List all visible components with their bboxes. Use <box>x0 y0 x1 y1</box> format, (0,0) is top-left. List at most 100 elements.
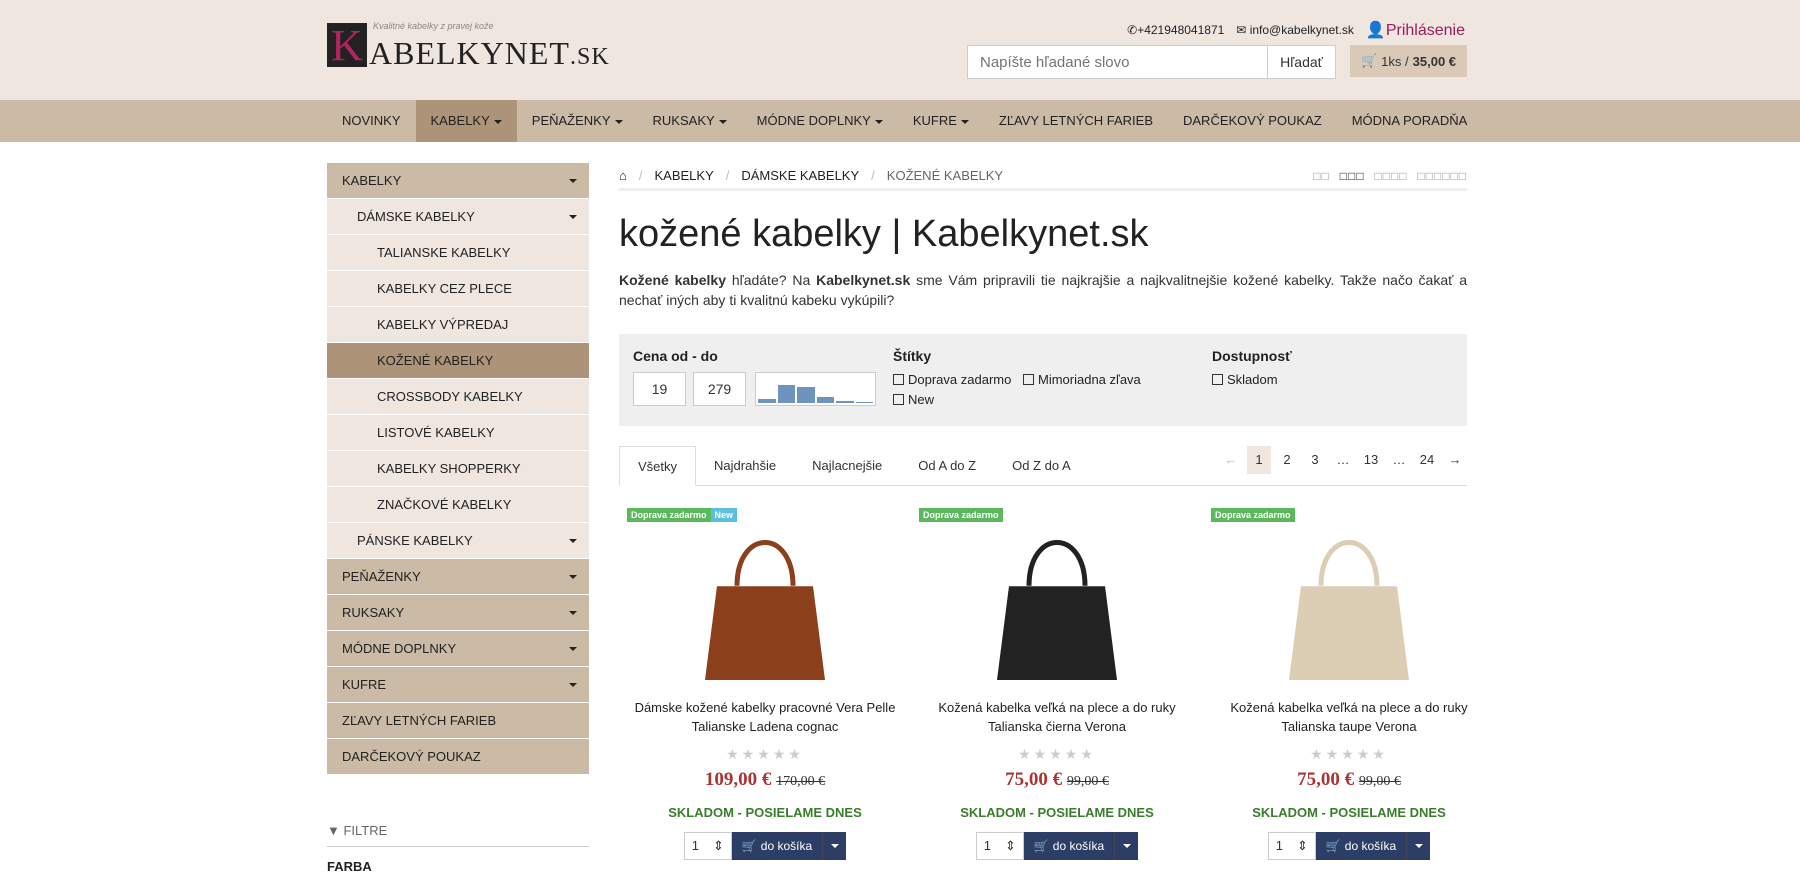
page-link[interactable]: 24 <box>1415 446 1439 474</box>
tab-od-a-do-z[interactable]: Od A do Z <box>900 446 994 485</box>
stepper-arrows-icon[interactable]: ⇕ <box>1297 833 1308 859</box>
sidebar-item-panske-kabelky[interactable]: PÁNSKE KABELKY <box>327 523 589 559</box>
phone-link[interactable]: ✆+421948041871 <box>1127 23 1224 37</box>
search-button[interactable]: Hľadať <box>1267 45 1336 79</box>
add-to-cart-button[interactable]: 🛒 do košíka <box>1315 832 1407 860</box>
product-image[interactable] <box>911 508 1203 698</box>
tab-od-z-do-a[interactable]: Od Z do A <box>994 446 1089 485</box>
site-logo[interactable]: K Kvalitné kabelky z pravej kože ABELKYN… <box>327 21 609 71</box>
sidebar-item-kozene-kabelky[interactable]: KOŽENÉ KABELKY <box>327 343 589 379</box>
cart-options-dropdown[interactable] <box>822 832 847 860</box>
sidebar-item-znackove-kabelky[interactable]: ZNAČKOVÉ KABELKY <box>327 487 589 523</box>
rating-stars[interactable]: ★★★★★ <box>619 746 911 763</box>
grid-view-option-icon[interactable]: □□□□□□ <box>1418 169 1468 183</box>
sidebar-item-kabelky[interactable]: KABELKY <box>327 163 589 199</box>
cart-count: 1ks / <box>1381 53 1409 69</box>
breadcrumb-item[interactable]: DÁMSKE KABELKY <box>741 168 859 183</box>
nav-item-modna-poradna[interactable]: MÓDNA PORADŇA <box>1337 100 1483 142</box>
cart-options-dropdown[interactable] <box>1114 832 1139 860</box>
nav-item-label: KABELKY <box>430 113 490 128</box>
page-title: kožené kabelky | Kabelkynet.sk <box>619 213 1149 255</box>
price-from-input[interactable]: 19 <box>633 372 686 406</box>
sidebar-item-ruksaky[interactable]: RUKSAKY <box>327 595 589 631</box>
price-to-input[interactable]: 279 <box>693 372 746 406</box>
caret-down-icon <box>569 215 577 219</box>
sidebar-item-talianske-kabelky[interactable]: TALIANSKE KABELKY <box>327 235 589 271</box>
nav-item-zlavy-letnych-farieb[interactable]: ZĽAVY LETNÝCH FARIEB <box>984 100 1168 142</box>
product-grid: Doprava zadarmo New Dámske kožené kabelky … <box>619 508 1468 860</box>
sidebar-item-label: PÁNSKE KABELKY <box>357 533 473 548</box>
availability-checkbox-in-stock[interactable]: Skladom <box>1212 372 1278 387</box>
caret-down-icon <box>493 119 502 124</box>
sidebar-item-modne-doplnky[interactable]: MÓDNE DOPLNKY <box>327 631 589 667</box>
prev-page-icon[interactable]: ← <box>1219 446 1243 474</box>
stepper-arrows-icon[interactable]: ⇕ <box>1005 833 1016 859</box>
sidebar-item-penazenky[interactable]: PEŇAŽENKY <box>327 559 589 595</box>
sidebar-item-listove-kabelky[interactable]: LISTOVÉ KABELKY <box>327 415 589 451</box>
home-icon[interactable]: ⌂ <box>619 168 627 183</box>
nav-item-darcekovy-poukaz[interactable]: DARČEKOVÝ POUKAZ <box>1168 100 1337 142</box>
cart-button[interactable]: 🛒 1ks / 35,00 € <box>1350 45 1467 77</box>
sidebar-item-crossbody-kabelky[interactable]: CROSSBODY KABELKY <box>327 379 589 415</box>
login-link[interactable]: 👤Prihlásenie <box>1366 20 1465 40</box>
email-link[interactable]: ✉ info@kabelkynet.sk <box>1236 23 1354 37</box>
price-histogram[interactable] <box>755 372 876 406</box>
page-link: … <box>1392 452 1406 467</box>
sidebar-item-kabelky-shopperky[interactable]: KABELKY SHOPPERKY <box>327 451 589 487</box>
sidebar-item-kabelky-cez-plece[interactable]: KABELKY CEZ PLECE <box>327 271 589 307</box>
grid-view-option-icon[interactable]: □□□□ <box>1375 169 1408 183</box>
nav-item-label: RUKSAKY <box>652 113 715 128</box>
price-filter-label: Cena od - do <box>633 348 718 364</box>
nav-item-penazenky[interactable]: PEŇAŽENKY <box>517 100 638 142</box>
nav-item-kufre[interactable]: KUFRE <box>898 100 984 142</box>
sidebar-item-zlavy-letnych-farieb[interactable]: ZĽAVY LETNÝCH FARIEB <box>327 703 589 739</box>
product-card: Doprava zadarmo Kožená kabelka veľká na p… <box>1203 508 1495 860</box>
tag-checkbox-free-shipping[interactable]: Doprava zadarmo <box>893 372 1011 387</box>
product-name[interactable]: Kožená kabelka veľká na plece a do ruky … <box>911 698 1203 738</box>
product-image[interactable] <box>619 508 911 698</box>
page-link[interactable]: 13 <box>1359 446 1383 474</box>
sidebar-item-kabelky-vypredaj[interactable]: KABELKY VÝPREDAJ <box>327 307 589 343</box>
breadcrumb-separator: / <box>725 168 730 183</box>
page-link[interactable]: 2 <box>1275 446 1299 474</box>
stepper-arrows-icon[interactable]: ⇕ <box>713 833 724 859</box>
rating-stars[interactable]: ★★★★★ <box>1203 746 1495 763</box>
next-page-icon[interactable]: → <box>1443 446 1467 474</box>
breadcrumb-item: KOŽENÉ KABELKY <box>886 168 1004 183</box>
tag-checkbox-new[interactable]: New <box>893 392 934 407</box>
filter-color-heading[interactable]: FARBA <box>327 859 589 874</box>
rating-stars[interactable]: ★★★★★ <box>911 746 1203 763</box>
cart-options-dropdown[interactable] <box>1406 832 1431 860</box>
tab-najdrahsie[interactable]: Najdrahšie <box>696 446 794 485</box>
nav-item-modne-doplnky[interactable]: MÓDNE DOPLNKY <box>742 100 898 142</box>
product-image[interactable] <box>1203 508 1495 698</box>
caret-down-icon <box>569 179 577 183</box>
histogram-bar <box>777 385 795 403</box>
sidebar-item-label: KABELKY <box>342 173 402 188</box>
sidebar-item-darcekovy-poukaz[interactable]: DARČEKOVÝ POUKAZ <box>327 739 589 775</box>
quantity-value: 1 <box>983 838 992 853</box>
nav-item-novinky[interactable]: NOVINKY <box>327 100 416 142</box>
nav-item-label: KUFRE <box>912 113 957 128</box>
page-link[interactable]: 1 <box>1247 446 1271 474</box>
product-name[interactable]: Kožená kabelka veľká na plece a do ruky … <box>1203 698 1495 738</box>
breadcrumb-item[interactable]: KABELKY <box>654 168 713 183</box>
page-link[interactable]: 3 <box>1303 446 1327 474</box>
sidebar-item-kufre[interactable]: KUFRE <box>327 667 589 703</box>
add-to-cart-button[interactable]: 🛒 do košíka <box>1023 832 1115 860</box>
nav-item-kabelky[interactable]: KABELKY <box>415 100 517 142</box>
grid-view-option-icon[interactable]: □□□ <box>1340 169 1365 183</box>
sidebar-item-damske-kabelky[interactable]: DÁMSKE KABELKY <box>327 199 589 235</box>
quantity-stepper[interactable]: 1 ⇕ <box>1267 832 1316 860</box>
grid-view-option-icon[interactable]: □□ <box>1313 169 1330 183</box>
tag-checkbox-special-discount[interactable]: Mimoriadna zľava <box>1023 372 1141 387</box>
nav-item-ruksaky[interactable]: RUKSAKY <box>638 100 742 142</box>
quantity-stepper[interactable]: 1 ⇕ <box>975 832 1024 860</box>
search-input[interactable] <box>967 45 1267 79</box>
add-to-cart-button[interactable]: 🛒 do košíka <box>731 832 823 860</box>
product-name[interactable]: Dámske kožené kabelky pracovné Vera Pell… <box>619 698 911 738</box>
funnel-icon: ▼ <box>327 823 344 838</box>
tab-vsetky[interactable]: Všetky <box>619 446 697 486</box>
tab-najlacnejsie[interactable]: Najlacnejšie <box>794 446 900 485</box>
quantity-stepper[interactable]: 1 ⇕ <box>683 832 732 860</box>
